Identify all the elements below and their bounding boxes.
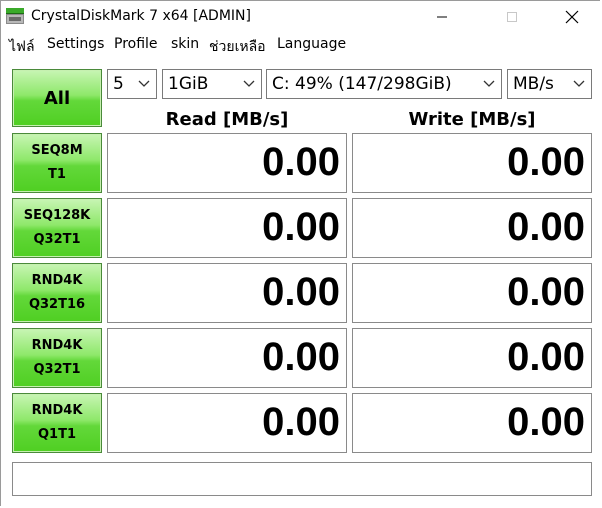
test-label-line2: Q32T16 — [28, 297, 86, 312]
app-window: CrystalDiskMark 7 x64 [ADMIN] ไฟล์ Setti… — [0, 0, 601, 507]
rnd4k-q32t16-button[interactable]: RND4K Q32T16 — [12, 263, 102, 323]
test-label-line2: T1 — [48, 167, 66, 182]
crystaldiskmark-app-icon — [6, 8, 24, 24]
seq128k-write-result: 0.00 — [352, 198, 592, 258]
menu-file[interactable]: ไฟล์ — [9, 36, 35, 58]
seq128k-read-result: 0.00 — [107, 198, 347, 258]
test-label-line2: Q32T1 — [33, 232, 81, 247]
write-column-header: Write [MB/s] — [408, 109, 536, 130]
write-value: 0.00 — [507, 270, 585, 314]
read-value: 0.00 — [262, 335, 340, 379]
unit-value: MB/s — [513, 74, 554, 94]
chevron-down-icon — [138, 80, 150, 87]
write-value: 0.00 — [507, 400, 585, 444]
rnd4k-q32t16-write-result: 0.00 — [352, 263, 592, 323]
test-count-value: 5 — [113, 74, 124, 94]
menu-settings[interactable]: Settings — [47, 36, 104, 52]
all-tests-label: All — [43, 87, 71, 109]
menu-bar: ไฟล์ Settings Profile skin ช่วยเหลือ Lan… — [1, 33, 601, 57]
rnd4k-q32t1-read-result: 0.00 — [107, 328, 347, 388]
minimize-button[interactable] — [419, 1, 465, 33]
read-value: 0.00 — [262, 140, 340, 184]
maximize-button[interactable] — [489, 1, 535, 33]
test-size-value: 1GiB — [168, 74, 209, 94]
seq8m-read-result: 0.00 — [107, 133, 347, 193]
seq128k-q32t1-button[interactable]: SEQ128K Q32T1 — [12, 198, 102, 258]
drive-select[interactable]: C: 49% (147/298GiB) — [266, 69, 502, 99]
test-label-line2: Q32T1 — [33, 362, 81, 377]
main-content: All 5 1GiB C: 49% (147/298GiB) MB/s Read… — [1, 57, 601, 507]
menu-language[interactable]: Language — [277, 36, 346, 52]
read-value: 0.00 — [262, 205, 340, 249]
unit-select[interactable]: MB/s — [507, 69, 592, 99]
test-label-line1: RND4K — [31, 338, 83, 353]
comment-field[interactable] — [12, 462, 592, 496]
window-title: CrystalDiskMark 7 x64 [ADMIN] — [31, 8, 251, 24]
test-label-line1: SEQ128K — [23, 208, 91, 223]
title-bar: CrystalDiskMark 7 x64 [ADMIN] — [1, 1, 601, 33]
close-button[interactable] — [549, 1, 595, 33]
rnd4k-q32t1-button[interactable]: RND4K Q32T1 — [12, 328, 102, 388]
menu-skin[interactable]: skin — [171, 36, 199, 52]
minimize-icon — [437, 16, 447, 18]
all-tests-button[interactable]: All — [12, 69, 102, 127]
test-size-select[interactable]: 1GiB — [162, 69, 262, 99]
test-label-line1: RND4K — [31, 273, 83, 288]
rnd4k-q1t1-read-result: 0.00 — [107, 393, 347, 453]
drive-value: C: 49% (147/298GiB) — [272, 74, 452, 94]
seq8m-write-result: 0.00 — [352, 133, 592, 193]
write-value: 0.00 — [507, 205, 585, 249]
rnd4k-q1t1-write-result: 0.00 — [352, 393, 592, 453]
close-icon — [565, 10, 579, 24]
rnd4k-q32t1-write-result: 0.00 — [352, 328, 592, 388]
menu-help[interactable]: ช่วยเหลือ — [209, 36, 266, 58]
menu-profile[interactable]: Profile — [114, 36, 158, 52]
test-label-line1: SEQ8M — [31, 143, 83, 158]
maximize-icon — [507, 12, 517, 22]
test-count-select[interactable]: 5 — [107, 69, 157, 99]
rnd4k-q32t16-read-result: 0.00 — [107, 263, 347, 323]
chevron-down-icon — [573, 80, 585, 87]
read-column-header: Read [MB/s] — [165, 109, 289, 130]
write-value: 0.00 — [507, 335, 585, 379]
chevron-down-icon — [483, 80, 495, 87]
test-label-line2: Q1T1 — [37, 427, 76, 442]
seq8m-t1-button[interactable]: SEQ8M T1 — [12, 133, 102, 193]
rnd4k-q1t1-button[interactable]: RND4K Q1T1 — [12, 393, 102, 453]
write-value: 0.00 — [507, 140, 585, 184]
read-value: 0.00 — [262, 270, 340, 314]
read-value: 0.00 — [262, 400, 340, 444]
chevron-down-icon — [243, 80, 255, 87]
test-label-line1: RND4K — [31, 403, 83, 418]
